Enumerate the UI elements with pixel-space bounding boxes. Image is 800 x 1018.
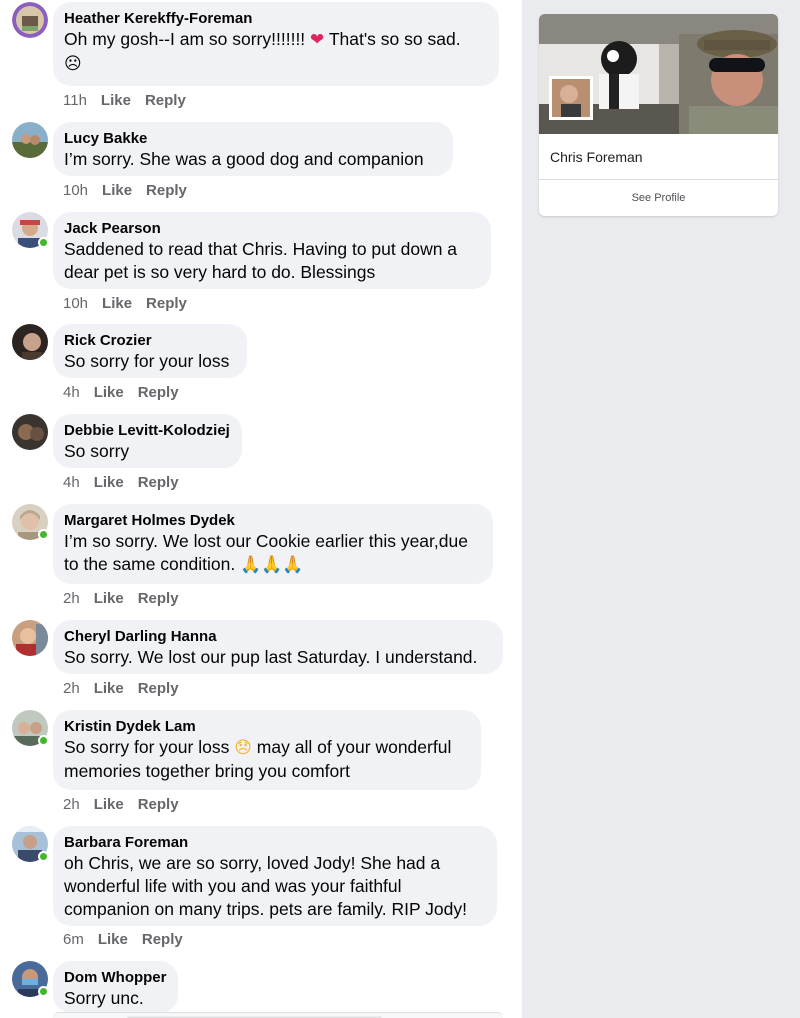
profile-name[interactable]: Chris Foreman (550, 149, 643, 165)
comment-text-part: So sorry for your loss (64, 737, 235, 757)
comment-bubble: Rick Crozier So sorry for your loss (53, 324, 247, 378)
comment-text: Saddened to read that Chris. Having to p… (64, 238, 480, 284)
like-button[interactable]: Like (102, 295, 132, 312)
comment-bubble: Kristin Dydek Lam So sorry for your loss… (53, 710, 481, 790)
comment-actions: 10h Like Reply (63, 182, 187, 200)
comment-text: oh Chris, we are so sorry, loved Jody! S… (64, 852, 486, 921)
like-button[interactable]: Like (94, 384, 124, 401)
comment-time[interactable]: 10h (63, 182, 88, 199)
comment-actions: 10h Like Reply (63, 295, 187, 313)
comment-time[interactable]: 4h (63, 384, 80, 401)
heart-emoji-icon: ❤ (310, 30, 325, 50)
comment-actions: 2h Like Reply (63, 796, 179, 814)
comment-author[interactable]: Jack Pearson (64, 220, 480, 238)
comment-text-line: wonderful life with you and was your fai… (64, 876, 402, 896)
reply-button[interactable]: Reply (142, 931, 183, 948)
online-status-icon (38, 237, 49, 248)
online-status-icon (38, 735, 49, 746)
comment-text-line: companion on many trips. pets are family… (64, 899, 468, 919)
comment-bubble: Debbie Levitt-Kolodziej So sorry (53, 414, 242, 468)
like-button[interactable]: Like (94, 796, 124, 813)
online-status-icon (38, 986, 49, 997)
reply-button[interactable]: Reply (138, 384, 179, 401)
online-status-icon (38, 851, 49, 862)
comment-bubble: Lucy Bakke I’m sorry. She was a good dog… (53, 122, 453, 176)
comment-text-part: That's so so sad. (324, 29, 461, 49)
disappointed-face-icon: 😞 (234, 738, 252, 758)
comment-bubble: Cheryl Darling Hanna So sorry. We lost o… (53, 620, 503, 674)
avatar[interactable] (12, 620, 48, 656)
comment-actions: 6m Like Reply (63, 931, 183, 949)
reply-button[interactable]: Reply (146, 182, 187, 199)
see-profile-button[interactable]: See Profile (539, 180, 778, 216)
like-button[interactable]: Like (101, 92, 131, 109)
comment-author[interactable]: Margaret Holmes Dydek (64, 512, 482, 530)
comment-bubble: Dom Whopper Sorry unc. (53, 961, 178, 1013)
comment-time[interactable]: 11h (63, 92, 87, 109)
comment-text-part: Oh my gosh--I am so sorry!!!!!!! (64, 29, 311, 49)
praying-hands-icon: 🙏🙏🙏 (240, 555, 304, 575)
comment-text: I’m sorry. She was a good dog and compan… (64, 149, 424, 169)
comment-text: So sorry for your loss 😞 may all of your… (64, 736, 470, 783)
comment-time[interactable]: 2h (63, 590, 80, 607)
comment-text: Sorry unc. (64, 988, 144, 1008)
comment-time[interactable]: 2h (63, 796, 80, 813)
reply-button[interactable]: Reply (138, 680, 179, 697)
comment-author[interactable]: Rick Crozier (64, 332, 236, 350)
comment-author[interactable]: Dom Whopper (64, 969, 167, 987)
comment-actions: 4h Like Reply (63, 474, 179, 492)
profile-cover-photo[interactable] (539, 14, 778, 134)
like-button[interactable]: Like (98, 931, 128, 948)
avatar[interactable] (12, 324, 48, 360)
comment-actions: 2h Like Reply (63, 680, 179, 698)
comment-actions: 4h Like Reply (63, 384, 179, 402)
avatar[interactable] (12, 414, 48, 450)
frown-emoji-icon: ☹ (64, 54, 82, 74)
comment-author[interactable]: Barbara Foreman (64, 834, 486, 852)
reply-button[interactable]: Reply (145, 92, 186, 109)
comment-text: I’m so sorry. We lost our Cookie earlier… (64, 530, 482, 577)
comment-bubble: Heather Kerekffy-Foreman Oh my gosh--I a… (53, 2, 499, 86)
like-button[interactable]: Like (94, 680, 124, 697)
comment-time[interactable]: 4h (63, 474, 80, 491)
comment-text: So sorry (64, 441, 130, 461)
comment-bubble: Margaret Holmes Dydek I’m so sorry. We l… (53, 504, 493, 584)
reply-button[interactable]: Reply (138, 796, 179, 813)
comment-text-line: I’m so sorry. We lost our Cookie earlier… (64, 531, 468, 551)
reply-button[interactable]: Reply (146, 295, 187, 312)
comment-author[interactable]: Cheryl Darling Hanna (64, 628, 492, 646)
comment-actions: 11h Like Reply (63, 92, 186, 110)
like-button[interactable]: Like (102, 182, 132, 199)
comment-text-line: to the same condition. (64, 554, 241, 574)
comment-author[interactable]: Debbie Levitt-Kolodziej (64, 422, 231, 440)
avatar[interactable] (12, 122, 48, 158)
comment-time[interactable]: 6m (63, 931, 84, 948)
comment-author[interactable]: Kristin Dydek Lam (64, 718, 470, 736)
comment-actions: 2h Like Reply (63, 590, 179, 608)
reply-button[interactable]: Reply (138, 474, 179, 491)
comment-bubble: Barbara Foreman oh Chris, we are so sorr… (53, 826, 497, 926)
comment-time[interactable]: 10h (63, 295, 88, 312)
comment-bubble: Jack Pearson Saddened to read that Chris… (53, 212, 491, 289)
comment-text: Oh my gosh--I am so sorry!!!!!!! ❤ That'… (64, 28, 488, 76)
comment-text-line: Saddened to read that Chris. Having to p… (64, 239, 458, 259)
comment-time[interactable]: 2h (63, 680, 80, 697)
comment-author[interactable]: Heather Kerekffy-Foreman (64, 10, 488, 28)
comment-text-line: memories together bring you comfort (64, 761, 350, 781)
comment-text: So sorry for your loss (64, 351, 230, 371)
comment-author[interactable]: Lucy Bakke (64, 130, 442, 148)
avatar[interactable] (12, 2, 48, 38)
comment-text-part: may all of your wonderful (251, 737, 452, 757)
like-button[interactable]: Like (94, 590, 124, 607)
like-button[interactable]: Like (94, 474, 124, 491)
comments-panel: Heather Kerekffy-Foreman Oh my gosh--I a… (0, 0, 522, 1018)
comment-text-line: oh Chris, we are so sorry, loved Jody! S… (64, 853, 441, 873)
reply-button[interactable]: Reply (138, 590, 179, 607)
comment-text: So sorry. We lost our pup last Saturday.… (64, 647, 478, 667)
comment-input-edge[interactable] (53, 1012, 503, 1018)
profile-card: Chris Foreman See Profile (539, 14, 778, 216)
online-status-icon (38, 529, 49, 540)
comment-text-line: dear pet is so very hard to do. Blessing… (64, 262, 376, 282)
